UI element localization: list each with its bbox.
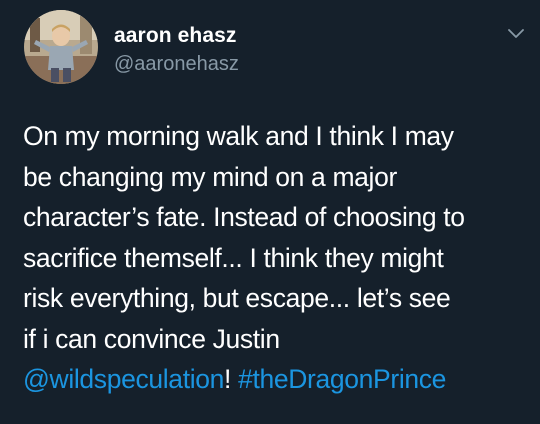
tweet-text-line: character’s fate. Instead of choosing to [23, 202, 465, 232]
avatar[interactable] [24, 10, 98, 84]
mention-link[interactable]: @wildspeculation [23, 364, 224, 394]
tweet-text: On my morning walk and I think I may be … [23, 116, 528, 400]
tweet-text-line: risk everything, but escape... let’s see [23, 283, 451, 313]
chevron-down-icon[interactable] [505, 24, 527, 42]
author-handle[interactable]: @aaronehasz [114, 53, 239, 76]
author-display-name[interactable]: aaron ehasz [114, 24, 237, 48]
tweet-text-line: sacrifice themself... I think they might [23, 242, 444, 273]
profile-photo-icon [24, 10, 98, 84]
tweet-text-line: if i can convince Justin [23, 323, 280, 354]
tweet-card: aaron ehasz @aaronehasz On my morning wa… [0, 0, 540, 424]
tweet-text-line: be changing my mind on a major [23, 161, 397, 192]
tweet-text-last-line: @wildspeculation! #theDragonPrince [23, 359, 528, 400]
mention-suffix: ! [224, 364, 239, 394]
hashtag-link[interactable]: #theDragonPrince [238, 364, 446, 394]
tweet-text-line: On my morning walk and I think I may [23, 121, 454, 151]
